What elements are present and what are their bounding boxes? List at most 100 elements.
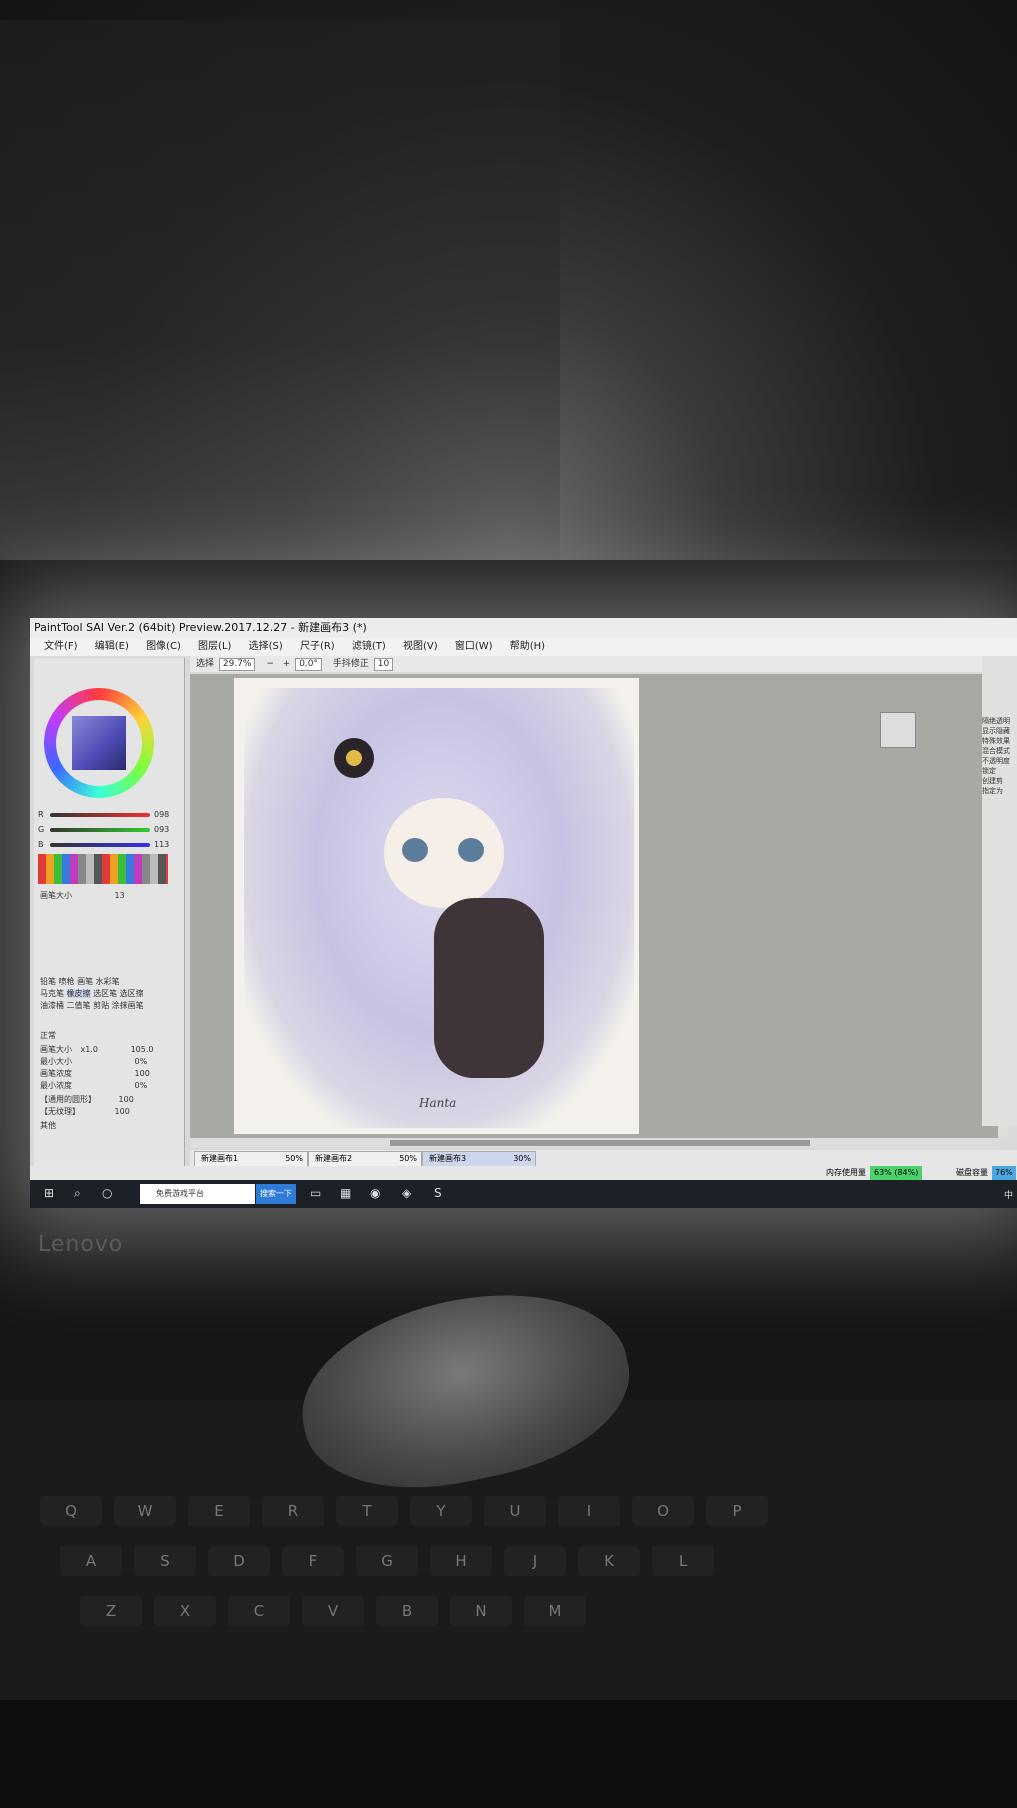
blend-mode-value[interactable]: 正常 (40, 1031, 56, 1040)
key-f: F (282, 1546, 344, 1576)
zoom-plus-button[interactable]: + (283, 659, 291, 669)
layer-option-3[interactable]: 特殊效果 (982, 736, 1017, 746)
browser-icon[interactable]: ◉ (370, 1186, 380, 1200)
tool-bucket[interactable]: 油漆桶 (40, 1001, 64, 1010)
tab-canvas-3[interactable]: 新建画布3 30% (422, 1151, 536, 1167)
calculator-icon[interactable]: ▦ (340, 1186, 351, 1200)
slider-g-track[interactable] (50, 828, 150, 832)
stabilizer-field[interactable]: 10 (373, 658, 394, 671)
rotation-field[interactable]: 0.0° (295, 658, 323, 671)
horizontal-scroll-thumb[interactable] (390, 1140, 810, 1146)
brush-size-multiplier[interactable]: x1.0 (81, 1045, 98, 1054)
brush-texture-label[interactable]: 【无纹理】 (40, 1107, 80, 1116)
other-label[interactable]: 其他 (40, 1121, 56, 1130)
slider-b-track[interactable] (50, 843, 150, 847)
search-icon[interactable]: ⌕ (74, 1186, 81, 1201)
tool-marker[interactable]: 马克笔 (40, 989, 64, 998)
tool-select-eraser[interactable]: 选区擦 (120, 989, 144, 998)
brush-size-value[interactable]: 13 (115, 891, 125, 900)
blend-mode-row[interactable]: 正常 (40, 1030, 56, 1041)
brush-shape-label[interactable]: 【通用的圆形】 (40, 1095, 96, 1104)
tool-clip[interactable]: 剪贴 (93, 1001, 109, 1010)
menu-window[interactable]: 窗口(W) (455, 641, 493, 652)
min-size-value[interactable]: 0% (135, 1057, 148, 1066)
zoom-minus-button[interactable]: − (266, 659, 274, 669)
slider-r[interactable]: R 098 (38, 810, 178, 820)
swatch-palette[interactable] (38, 854, 168, 884)
key-e: E (188, 1496, 250, 1526)
browser-search-button[interactable]: 搜索一下 (256, 1184, 296, 1204)
tool-binary-pen[interactable]: 二值笔 (67, 1001, 91, 1010)
color-wheel[interactable] (44, 688, 154, 798)
artwork-eye-right (458, 838, 484, 862)
drawing-canvas[interactable]: Hanta (234, 678, 639, 1134)
tray-ime[interactable]: 中 (1004, 1188, 1013, 1201)
brush-texture-row[interactable]: 【无纹理】 100 (40, 1106, 130, 1117)
tab-canvas-2[interactable]: 新建画布2 50% (308, 1151, 422, 1167)
artwork-face (384, 798, 504, 908)
artwork-bell (346, 750, 362, 766)
tab-canvas-1-zoom: 50% (285, 1154, 303, 1163)
slider-g[interactable]: G 093 (38, 825, 178, 835)
select-label[interactable]: 选择 (196, 659, 214, 669)
slider-r-track[interactable] (50, 813, 150, 817)
tool-watercolor[interactable]: 水彩笔 (96, 977, 120, 986)
horizontal-scrollbar[interactable] (190, 1138, 1000, 1148)
layer-option-1[interactable]: 隔绝透明 (982, 716, 1017, 726)
slider-b-label: B (38, 840, 44, 849)
navigator-thumb[interactable] (880, 712, 916, 748)
menu-image[interactable]: 图像(C) (146, 641, 181, 652)
zoom-field[interactable]: 29.7% (218, 658, 256, 671)
app-icon[interactable]: ◈ (402, 1186, 411, 1200)
brush-size-setting-value[interactable]: 105.0 (131, 1045, 154, 1054)
paint-tool-sai-icon[interactable]: S (434, 1186, 442, 1200)
browser-search-input[interactable]: 免费游戏平台 (140, 1184, 255, 1204)
tool-eraser[interactable]: 橡皮擦 (66, 989, 91, 998)
menu-filter[interactable]: 滤镜(T) (352, 641, 386, 652)
tool-blend-brush[interactable]: 涂抹画笔 (112, 1001, 144, 1010)
tool-brush[interactable]: 画笔 (77, 977, 93, 986)
brush-shape-value[interactable]: 100 (119, 1095, 134, 1104)
brush-texture-value[interactable]: 100 (115, 1107, 130, 1116)
task-view-icon[interactable]: ○ (102, 1186, 112, 1200)
layer-option-7[interactable]: 创建剪 (982, 776, 1017, 786)
layer-option-2[interactable]: 显示隐藏 (982, 726, 1017, 736)
layer-panel: 隔绝透明 显示隐藏 特殊效果 混合模式 不透明度 锁定 创建剪 指定为 (982, 656, 1017, 1126)
tab-canvas-1[interactable]: 新建画布1 50% (194, 1151, 308, 1167)
file-explorer-icon[interactable]: ▭ (310, 1186, 321, 1200)
layer-option-5[interactable]: 不透明度 (982, 756, 1017, 766)
min-density-value[interactable]: 0% (135, 1081, 148, 1090)
tool-select-pen[interactable]: 选区笔 (93, 989, 117, 998)
menu-view[interactable]: 视图(V) (403, 641, 438, 652)
min-size-setting: 最小大小 0% (40, 1056, 147, 1067)
other-row[interactable]: 其他 (40, 1120, 56, 1131)
layer-option-6[interactable]: 锁定 (982, 766, 1017, 776)
tool-panel: R 098 G 093 B 113 画笔大小 13 铅笔 喷枪 画笔 水彩笔 马… (34, 658, 185, 1186)
menu-edit[interactable]: 编辑(E) (95, 641, 129, 652)
menu-layer[interactable]: 图层(L) (198, 641, 231, 652)
tool-pencil[interactable]: 铅笔 (40, 977, 56, 986)
menu-help[interactable]: 帮助(H) (510, 641, 545, 652)
windows-start-icon[interactable]: ⊞ (44, 1186, 54, 1200)
tool-airbrush[interactable]: 喷枪 (59, 977, 75, 986)
brush-shape-row[interactable]: 【通用的圆形】 100 (40, 1094, 134, 1105)
key-b: B (376, 1596, 438, 1626)
lenovo-logo: Lenovo (38, 1232, 124, 1257)
slider-b[interactable]: B 113 (38, 840, 178, 850)
tab-canvas-3-label: 新建画布3 (429, 1154, 467, 1163)
memory-label: 内存使用量 (826, 1168, 866, 1177)
menu-select[interactable]: 选择(S) (249, 641, 283, 652)
keyboard-row-2: ASDFGHJKL (60, 1546, 1017, 1582)
key-m: M (524, 1596, 586, 1626)
layer-option-4[interactable]: 混合模式 (982, 746, 1017, 756)
menu-ruler[interactable]: 尺子(R) (300, 641, 335, 652)
key-k: K (578, 1546, 640, 1576)
canvas-area[interactable]: Hanta (190, 674, 1008, 1138)
density-value[interactable]: 100 (135, 1069, 150, 1078)
menu-file[interactable]: 文件(F) (44, 641, 78, 652)
color-square[interactable] (72, 716, 126, 770)
brush-size-label: 画笔大小 (40, 891, 72, 900)
layer-option-8[interactable]: 指定为 (982, 786, 1017, 796)
desk-edge (0, 1700, 1017, 1808)
browser-search-text: 免费游戏平台 (156, 1189, 204, 1198)
